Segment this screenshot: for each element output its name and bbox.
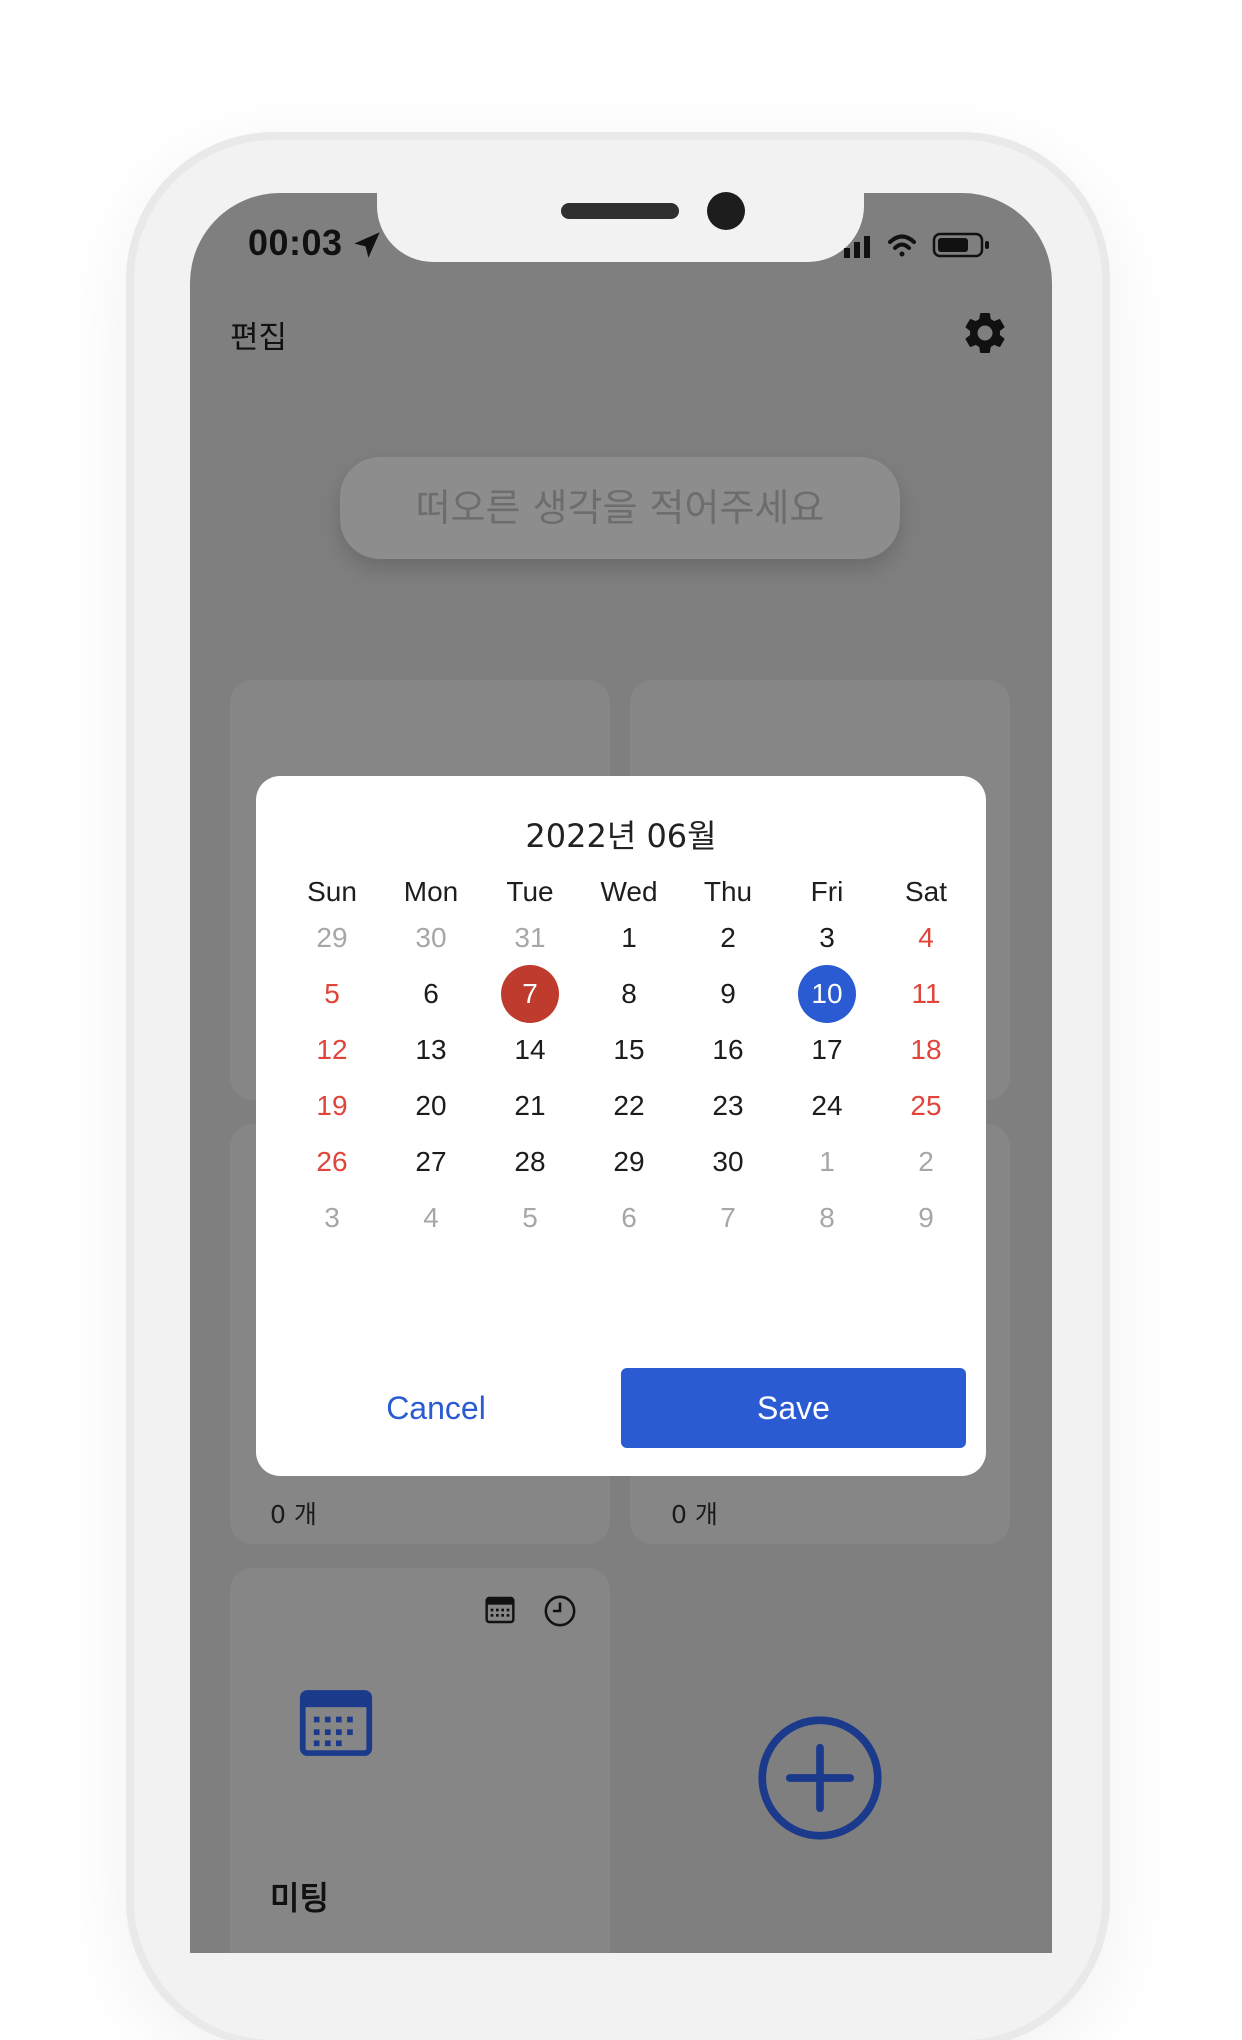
calendar-small-icon[interactable] [484, 1594, 516, 1626]
edit-button[interactable]: 편집 [230, 312, 287, 357]
day-cell-outside-month[interactable]: 9 [877, 1189, 975, 1247]
day-cell[interactable]: 9 [679, 965, 777, 1023]
speaker-grille [561, 203, 679, 219]
day-cell-outside-month[interactable]: 4 [382, 1189, 480, 1247]
day-cell[interactable]: 2 [679, 909, 777, 967]
day-cell[interactable]: 4 [877, 909, 975, 967]
status-time: 00:03 [248, 222, 343, 263]
day-cell[interactable]: 25 [877, 1077, 975, 1135]
day-cell[interactable]: 15 [580, 1021, 678, 1079]
day-cell[interactable]: 22 [580, 1077, 678, 1135]
day-cell[interactable]: 14 [481, 1021, 579, 1079]
add-circle-icon[interactable] [754, 1712, 886, 1844]
signal-icon [844, 236, 870, 258]
day-cell[interactable]: 27 [382, 1133, 480, 1191]
weekday-mon: Mon [403, 876, 459, 907]
day-cell[interactable]: 17 [778, 1021, 876, 1079]
card-title-meeting: 미팅 [270, 1879, 329, 1917]
card-count-left: 0 개 [270, 1500, 317, 1529]
day-cell[interactable]: 8 [580, 965, 678, 1023]
calendar-icon [299, 1690, 373, 1756]
day-cell[interactable]: 5 [283, 965, 381, 1023]
day-cell[interactable]: 21 [481, 1077, 579, 1135]
weekday-tue: Tue [506, 876, 554, 907]
day-cell-outside-month[interactable]: 5 [481, 1189, 579, 1247]
notch [377, 190, 864, 262]
day-cell-outside-month[interactable]: 3 [283, 1189, 381, 1247]
month-title: 2022년 06월 [525, 817, 717, 855]
day-cell[interactable]: 18 [877, 1021, 975, 1079]
weekday-wed: Wed [600, 876, 658, 907]
day-cell-outside-month[interactable]: 29 [283, 909, 381, 967]
card-count-right: 0 개 [671, 1500, 718, 1529]
save-button[interactable]: Save [621, 1368, 966, 1448]
weekday-thu: Thu [703, 876, 753, 907]
day-cell[interactable]: 29 [580, 1133, 678, 1191]
day-cell-outside-month[interactable]: 1 [778, 1133, 876, 1191]
day-cell-outside-month[interactable]: 31 [481, 909, 579, 967]
day-cell[interactable]: 24 [778, 1077, 876, 1135]
clock-icon[interactable] [543, 1594, 577, 1628]
day-cell[interactable]: 30 [679, 1133, 777, 1191]
status-icons [844, 232, 989, 258]
battery-icon [932, 232, 989, 258]
front-camera [707, 192, 745, 230]
day-cell[interactable]: 1 [580, 909, 678, 967]
cancel-button[interactable]: Cancel [316, 1368, 556, 1448]
day-cell-outside-month[interactable]: 30 [382, 909, 480, 967]
location-arrow-icon [354, 232, 380, 258]
day-cell[interactable]: 20 [382, 1077, 480, 1135]
day-cell[interactable]: 26 [283, 1133, 381, 1191]
day-cell-selected[interactable]: 10 [778, 965, 876, 1023]
day-cell[interactable]: 11 [877, 965, 975, 1023]
wifi-icon [888, 234, 916, 257]
idea-input[interactable]: 떠오른 생각을 적어주세요 [340, 457, 900, 559]
day-cell[interactable]: 6 [382, 965, 480, 1023]
day-cell[interactable]: 12 [283, 1021, 381, 1079]
day-cell[interactable]: 23 [679, 1077, 777, 1135]
day-cell-outside-month[interactable]: 6 [580, 1189, 678, 1247]
day-cell[interactable]: 28 [481, 1133, 579, 1191]
day-cell-outside-month[interactable]: 7 [679, 1189, 777, 1247]
weekday-sun: Sun [307, 876, 357, 907]
day-cell-today[interactable]: 7 [481, 965, 579, 1023]
gear-icon[interactable] [960, 308, 1010, 358]
day-cell-outside-month[interactable]: 8 [778, 1189, 876, 1247]
day-cell[interactable]: 16 [679, 1021, 777, 1079]
weekday-sat: Sat [904, 876, 948, 907]
day-cell[interactable]: 19 [283, 1077, 381, 1135]
day-cell[interactable]: 13 [382, 1021, 480, 1079]
day-cell[interactable]: 3 [778, 909, 876, 967]
day-cell-outside-month[interactable]: 2 [877, 1133, 975, 1191]
weekday-fri: Fri [810, 876, 844, 907]
date-picker-dialog: 2022년 06월 Sun Mon Tue Wed Thu Fri Sat 29 30 31 1 2… [256, 776, 986, 1476]
